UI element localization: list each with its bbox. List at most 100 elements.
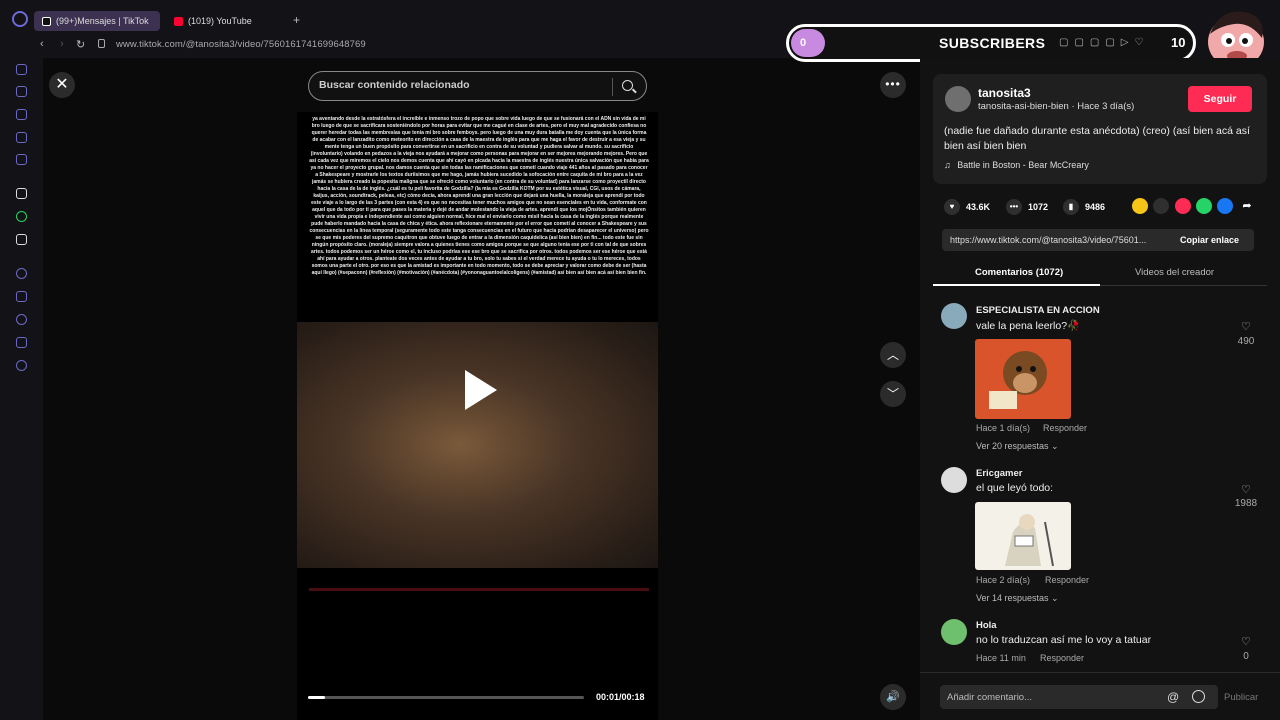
like-count: 43.6K (966, 202, 991, 212)
video-description: (nadie fue dañado durante esta anécdota)… (944, 125, 1250, 152)
music-icon[interactable] (16, 268, 27, 279)
comment-heart-icon[interactable]: ♡ (1241, 635, 1251, 648)
more-options-button[interactable]: ••• (880, 72, 906, 98)
creator-name[interactable]: tanosita3 (978, 86, 1031, 100)
extensions-icon[interactable] (16, 337, 27, 348)
video-time: 00:01/00:18 (596, 692, 645, 702)
x-icon[interactable] (16, 234, 27, 245)
copy-link-button[interactable]: Copiar enlace (1180, 235, 1239, 245)
music-title: Battle in Boston - Bear McCreary (957, 160, 1089, 170)
tab-tiktok[interactable]: (99+)Mensajes | TikTok (34, 11, 160, 31)
comment-count: 1072 (1028, 202, 1049, 212)
comment-username[interactable]: Ericgamer (976, 468, 1022, 479)
comment-text: el que leyó todo: (976, 482, 1054, 494)
youtube-icon (174, 16, 183, 26)
follow-button[interactable]: Seguir (1188, 86, 1252, 112)
comment-image-monkey-reading[interactable] (975, 339, 1071, 419)
mail-icon[interactable] (16, 154, 27, 165)
comment-username[interactable]: ESPECIALISTA EN ACCION (976, 305, 1100, 316)
player-icon[interactable] (16, 132, 27, 143)
comment-username[interactable]: Hola (976, 620, 997, 631)
aria-icon[interactable] (16, 188, 27, 199)
whatsapp-sidebar-icon[interactable] (16, 211, 27, 222)
back-icon[interactable]: ‹ (40, 38, 44, 50)
heart-icon: ♥ (944, 199, 960, 215)
subscriber-count: 0 (791, 29, 825, 57)
comment-heart-icon[interactable]: ♡ (1241, 483, 1251, 496)
like-stat[interactable]: ♥ 43.6K (944, 199, 990, 215)
tiktok-icon (42, 16, 51, 26)
subscriber-label: SUBSCRIBERS (939, 35, 1046, 51)
volume-icon[interactable]: 🔊 (880, 684, 906, 710)
pin-icon[interactable] (16, 291, 27, 302)
video-overlay-text: ya aventando desde la estratósfera el in… (309, 116, 649, 276)
search-divider (612, 78, 613, 96)
wallet-icon[interactable] (16, 109, 27, 120)
video-player[interactable]: ya aventando desde la estratósfera el in… (297, 112, 658, 720)
comment-stat[interactable]: ••• 1072 (1006, 199, 1048, 215)
subscriber-goal: 10 (1171, 35, 1186, 50)
lock-icon (98, 39, 105, 48)
next-video-button[interactable]: ﹀ (880, 381, 906, 407)
comment-icon: ••• (1006, 199, 1022, 215)
music-note-icon: ♫ (944, 160, 951, 170)
comment-time: Hace 2 día(s) (976, 575, 1031, 585)
close-button[interactable]: ✕ (49, 72, 75, 98)
previous-video-button[interactable]: ︿ (880, 342, 906, 368)
new-tab-button[interactable]: + (293, 13, 300, 27)
tab-comments[interactable]: Comentarios (1072) (975, 267, 1063, 278)
comment-text: vale la pena leerlo?🥀 (976, 320, 1081, 332)
comment-avatar[interactable] (941, 619, 967, 645)
search-icon[interactable] (622, 80, 633, 91)
embed-icon[interactable] (1153, 198, 1169, 214)
mention-icon[interactable]: @ (1167, 690, 1179, 704)
url-field[interactable]: www.tiktok.com/@tanosita3/video/75601617… (116, 39, 366, 50)
comment-time: Hace 1 día(s) (976, 423, 1031, 433)
progress-fill (308, 696, 325, 699)
tab-creator-videos[interactable]: Videos del creador (1135, 267, 1214, 278)
creator-subtitle: tanosita-asi-bien-bien · Hace 3 día(s) (978, 101, 1135, 112)
share-arrow-icon[interactable]: ➦ (1239, 198, 1255, 214)
comment-image-old-man-reading[interactable] (975, 502, 1071, 570)
history-icon[interactable] (16, 86, 27, 97)
creator-avatar[interactable] (945, 86, 971, 112)
video-thumbnail (297, 322, 658, 568)
music-track[interactable]: ♫ Battle in Boston - Bear McCreary (944, 160, 1089, 170)
related-search-box (308, 71, 647, 101)
save-stat[interactable]: ▮ 9486 (1063, 199, 1105, 215)
comment-text: no lo traduzcan así me lo voy a tatuar (976, 634, 1152, 646)
save-count: 9486 (1085, 202, 1106, 212)
clock-icon[interactable] (16, 314, 27, 325)
messenger-icon[interactable] (16, 64, 27, 75)
settings-icon[interactable] (16, 360, 27, 371)
progress-bar[interactable] (308, 696, 584, 699)
comment-time: Hace 11 min (976, 653, 1026, 663)
related-search-input[interactable] (319, 79, 609, 91)
comment-heart-icon[interactable]: ♡ (1241, 320, 1251, 333)
forward-icon[interactable]: › (60, 38, 64, 50)
reply-button[interactable]: Responder (1043, 423, 1087, 433)
view-replies-button[interactable]: Ver 14 respuestas ⌄ (976, 593, 1059, 604)
overlay-toolbar-icons: ▢▢▢▢▷♡ (1059, 37, 1150, 48)
comment-like-count: 490 (1237, 336, 1255, 347)
comment-avatar[interactable] (941, 303, 967, 329)
play-icon[interactable] (465, 370, 497, 410)
reload-icon[interactable]: ↻ (76, 38, 85, 51)
active-tab-indicator (933, 284, 1100, 286)
comment-avatar[interactable] (941, 467, 967, 493)
repost-icon[interactable] (1175, 198, 1191, 214)
emoji-icon[interactable] (1192, 690, 1205, 703)
tab-youtube[interactable]: (1019) YouTube (166, 11, 286, 31)
coin-icon[interactable] (1132, 198, 1148, 214)
share-link-box: https://www.tiktok.com/@tanosita3/video/… (942, 229, 1254, 251)
opera-logo-icon[interactable] (12, 11, 28, 27)
tab-label: (99+)Mensajes | TikTok (56, 16, 149, 26)
share-link-url[interactable]: https://www.tiktok.com/@tanosita3/video/… (950, 235, 1146, 245)
whatsapp-icon[interactable] (1196, 198, 1212, 214)
comment-like-count: 1988 (1234, 498, 1258, 509)
view-replies-button[interactable]: Ver 20 respuestas ⌄ (976, 441, 1059, 452)
reply-button[interactable]: Responder (1040, 653, 1084, 663)
facebook-icon[interactable] (1217, 198, 1233, 214)
reply-button[interactable]: Responder (1045, 575, 1089, 585)
publish-button[interactable]: Publicar (1224, 692, 1258, 703)
